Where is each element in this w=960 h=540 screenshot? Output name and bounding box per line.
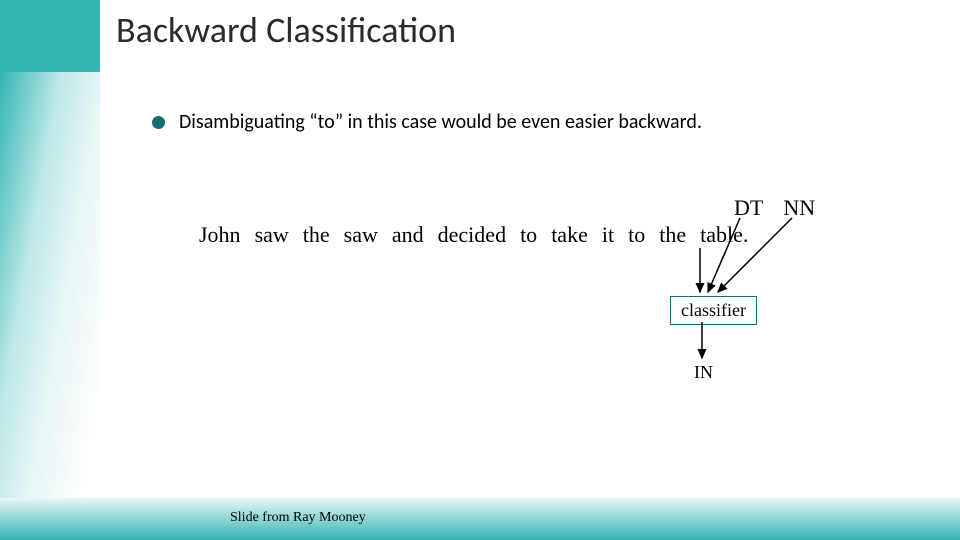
classifier-box: classifier xyxy=(670,296,757,325)
tag-nn: NN xyxy=(773,195,825,221)
attribution: Slide from Ray Mooney xyxy=(230,510,366,526)
bg-bottom xyxy=(0,498,960,540)
output-tag: IN xyxy=(694,362,713,383)
tag-dt: DT xyxy=(724,195,773,221)
bullet-icon xyxy=(152,116,165,129)
word-the: the xyxy=(652,222,693,248)
bg-top xyxy=(0,0,100,72)
word: take xyxy=(544,222,595,248)
word: John xyxy=(192,222,248,248)
word: decided xyxy=(431,222,513,248)
word: saw xyxy=(248,222,296,248)
slide-title: Backward Classification xyxy=(116,8,456,52)
bullet-text: Disambiguating “to” in this case would b… xyxy=(179,110,702,134)
arrows-svg xyxy=(0,0,960,540)
word: saw xyxy=(337,222,385,248)
pos-tags-row: DT NN xyxy=(724,195,825,221)
word-table: table. xyxy=(693,222,755,248)
word: and xyxy=(385,222,431,248)
word: to xyxy=(513,222,544,248)
bg-left xyxy=(0,72,100,510)
word: it xyxy=(595,222,621,248)
word-to: to xyxy=(621,222,652,248)
sentence-row: John saw the saw and decided to take it … xyxy=(192,222,755,248)
bullet-item: Disambiguating “to” in this case would b… xyxy=(152,110,702,134)
word: the xyxy=(296,222,337,248)
